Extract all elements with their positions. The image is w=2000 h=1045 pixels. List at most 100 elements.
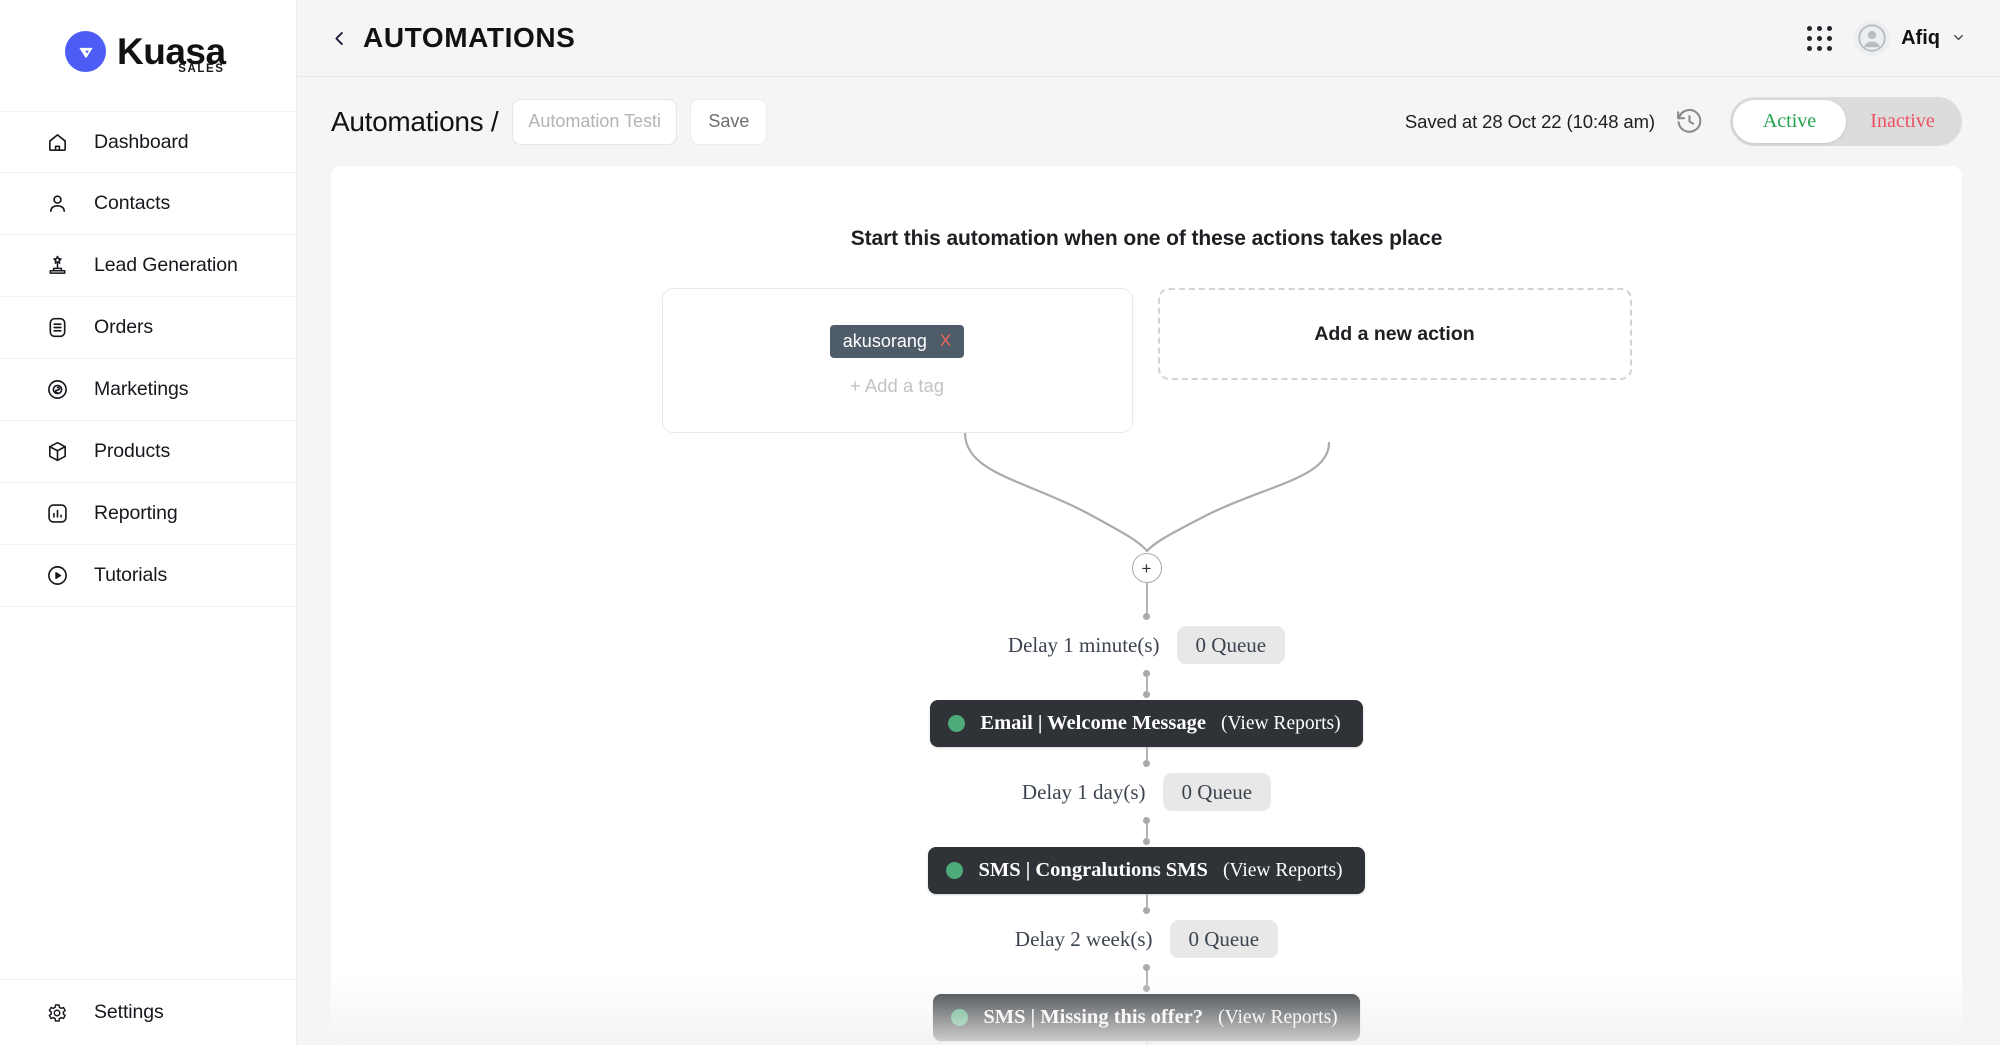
status-dot-icon bbox=[951, 1009, 969, 1026]
queue-badge: 0 Queue bbox=[1176, 626, 1286, 664]
sidebar-item-marketings[interactable]: Marketings bbox=[0, 359, 296, 421]
user-menu[interactable]: Afiq bbox=[1854, 20, 1966, 56]
sidebar-item-label: Dashboard bbox=[94, 130, 189, 153]
connector-dot bbox=[1143, 838, 1150, 845]
connector-dot bbox=[1143, 985, 1150, 992]
status-toggle[interactable]: Active Inactive bbox=[1730, 97, 1962, 146]
delay-label: Delay 1 day(s) bbox=[1021, 779, 1146, 804]
x-icon[interactable]: X bbox=[940, 331, 951, 351]
history-clock-icon[interactable] bbox=[1675, 107, 1704, 136]
sidebar-item-label: Orders bbox=[94, 316, 153, 338]
sidebar-item-label: Reporting bbox=[94, 502, 178, 524]
topbar-right: Afiq bbox=[1807, 20, 1966, 56]
saved-timestamp: Saved at 28 Oct 22 (10:48 am) bbox=[1404, 110, 1655, 132]
sidebar-item-label: Contacts bbox=[94, 192, 171, 214]
main-area: AUTOMATIONS Afiq Automations / Automatio… bbox=[297, 0, 2000, 1045]
connector-line bbox=[1145, 971, 1148, 985]
sidebar-item-label: Lead Generation bbox=[94, 254, 238, 276]
sidebar-item-dashboard[interactable]: Dashboard bbox=[0, 111, 296, 173]
sidebar-item-settings[interactable]: Settings bbox=[0, 979, 296, 1045]
action-node-label: SMS | Missing this offer? bbox=[983, 1006, 1204, 1028]
delay-step-1[interactable]: Delay 1 minute(s) 0 Queue bbox=[1007, 626, 1286, 664]
connector-dot bbox=[1143, 691, 1150, 698]
flow-graph: + Delay 1 minute(s) 0 Queue Email | Welc… bbox=[331, 433, 1962, 1045]
brand-logo[interactable]: Kuasa SALES bbox=[0, 0, 296, 103]
add-step-button-top[interactable]: + bbox=[1131, 553, 1162, 583]
sidebar: Kuasa SALES Dashboard Contacts Lead Gene… bbox=[0, 0, 297, 1045]
bar-chart-icon bbox=[44, 501, 70, 527]
automation-toolbar: Automations / Save Saved at 28 Oct 22 (1… bbox=[297, 77, 2000, 166]
queue-badge: 0 Queue bbox=[1162, 773, 1272, 811]
connector-line bbox=[1145, 747, 1148, 760]
connector-line bbox=[1145, 1041, 1148, 1045]
topbar: AUTOMATIONS Afiq bbox=[297, 0, 2000, 77]
action-node-sms-missing-offer[interactable]: SMS | Missing this offer? (View Reports) bbox=[933, 994, 1360, 1041]
connector-dot bbox=[1143, 613, 1150, 620]
delay-label: Delay 2 week(s) bbox=[1014, 926, 1153, 951]
status-dot-icon bbox=[948, 715, 966, 732]
chevron-left-icon[interactable] bbox=[327, 26, 351, 50]
connector-line bbox=[1145, 677, 1148, 691]
sidebar-item-orders[interactable]: Orders bbox=[0, 297, 296, 359]
automation-canvas: Start this automation when one of these … bbox=[331, 166, 1962, 1045]
order-list-icon bbox=[44, 315, 70, 341]
view-reports-link[interactable]: (View Reports) bbox=[1221, 713, 1341, 735]
target-icon bbox=[44, 377, 70, 403]
trigger-connectors bbox=[963, 433, 1330, 553]
delay-label: Delay 1 minute(s) bbox=[1007, 632, 1160, 657]
add-tag-button[interactable]: + Add a tag bbox=[850, 375, 944, 397]
action-node-sms-congratulations[interactable]: SMS | Congralutions SMS (View Reports) bbox=[928, 847, 1365, 894]
sidebar-bottom: Settings bbox=[0, 979, 296, 1045]
trigger-tag-box[interactable]: akusorang X + Add a tag bbox=[661, 288, 1133, 433]
connector-dot bbox=[1143, 760, 1150, 767]
send-triangle-icon bbox=[65, 31, 106, 72]
grid-dots-icon[interactable] bbox=[1807, 25, 1833, 51]
flow-steps: + Delay 1 minute(s) 0 Queue Email | Welc… bbox=[331, 553, 1962, 1045]
sidebar-nav: Dashboard Contacts Lead Generation Order… bbox=[0, 111, 296, 607]
sidebar-item-products[interactable]: Products bbox=[0, 421, 296, 483]
play-circle-icon bbox=[44, 563, 70, 589]
queue-badge: 0 Queue bbox=[1169, 920, 1279, 958]
connector-line bbox=[1145, 583, 1148, 613]
sidebar-item-label: Marketings bbox=[94, 378, 189, 400]
connector-dot bbox=[1143, 964, 1150, 971]
gear-icon bbox=[44, 1000, 70, 1026]
view-reports-link[interactable]: (View Reports) bbox=[1218, 1007, 1338, 1029]
tag-chip[interactable]: akusorang X bbox=[829, 324, 965, 358]
box-icon bbox=[44, 439, 70, 465]
action-node-label: SMS | Congralutions SMS bbox=[978, 859, 1208, 881]
automation-name-input[interactable] bbox=[512, 98, 678, 145]
sidebar-item-contacts[interactable]: Contacts bbox=[0, 173, 296, 235]
action-node-email-welcome[interactable]: Email | Welcome Message (View Reports) bbox=[930, 700, 1363, 747]
toggle-active[interactable]: Active bbox=[1733, 100, 1846, 143]
user-name: Afiq bbox=[1901, 26, 1940, 49]
toolbar-right: Saved at 28 Oct 22 (10:48 am) Active Ina… bbox=[1405, 97, 1962, 146]
trigger-row: akusorang X + Add a tag Add a new action bbox=[331, 288, 1962, 433]
flow-title: Start this automation when one of these … bbox=[850, 227, 1443, 250]
sidebar-item-tutorials[interactable]: Tutorials bbox=[0, 545, 296, 607]
status-dot-icon bbox=[946, 862, 964, 879]
connector-dot bbox=[1143, 817, 1150, 824]
podium-icon bbox=[44, 253, 70, 279]
brand-subtitle: SALES bbox=[178, 63, 225, 75]
sidebar-item-lead-generation[interactable]: Lead Generation bbox=[0, 235, 296, 297]
view-reports-link[interactable]: (View Reports) bbox=[1223, 860, 1343, 882]
chevron-down-icon bbox=[1951, 30, 1966, 49]
sidebar-item-label: Settings bbox=[94, 1001, 164, 1023]
tag-label: akusorang bbox=[842, 330, 927, 351]
delay-step-2[interactable]: Delay 1 day(s) 0 Queue bbox=[1021, 773, 1272, 811]
sidebar-item-reporting[interactable]: Reporting bbox=[0, 483, 296, 545]
delay-step-3[interactable]: Delay 2 week(s) 0 Queue bbox=[1014, 920, 1279, 958]
connector-dot bbox=[1143, 907, 1150, 914]
add-new-action-button[interactable]: Add a new action bbox=[1157, 288, 1632, 380]
connector-line bbox=[1145, 824, 1148, 838]
user-icon bbox=[44, 191, 70, 217]
save-button[interactable]: Save bbox=[690, 98, 768, 145]
connector-line bbox=[1145, 894, 1148, 907]
avatar-icon bbox=[1854, 20, 1891, 56]
page-title: AUTOMATIONS bbox=[363, 22, 576, 53]
toggle-inactive[interactable]: Inactive bbox=[1846, 100, 1959, 143]
sidebar-item-label: Tutorials bbox=[94, 564, 168, 586]
breadcrumb: Automations / bbox=[331, 105, 499, 137]
connector-dot bbox=[1143, 670, 1150, 677]
